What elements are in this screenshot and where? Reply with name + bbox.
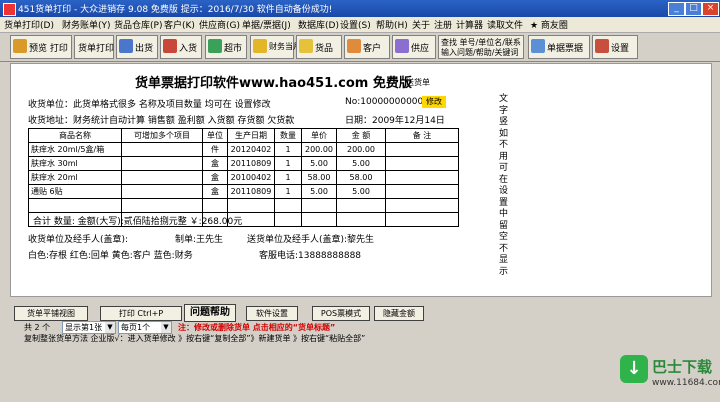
box-icon bbox=[299, 39, 313, 53]
table-row[interactable]: 肤痒水 30ml 盒 20110809 1 5.00 5.00 bbox=[28, 156, 459, 171]
menu-bills[interactable]: 单据/票据(J) bbox=[242, 18, 291, 31]
supplier-icon bbox=[395, 39, 409, 53]
settings-button[interactable]: 设置 bbox=[592, 35, 638, 59]
help-button[interactable]: 问题帮助 bbox=[184, 304, 236, 322]
menu-customer[interactable]: 客户(K) bbox=[164, 18, 195, 31]
table-row[interactable]: 肤痒水 20ml/5盒/箱件 20120402 1 200.00 200.00 bbox=[28, 142, 459, 157]
service-phone: 客服电话:13888888888 bbox=[259, 251, 362, 261]
menu-read-file[interactable]: 读取文件 bbox=[487, 18, 523, 31]
notice-text: 注：修改或删除货单 点击相应的“货单标题” bbox=[178, 323, 336, 332]
customer-button[interactable]: 客户 bbox=[344, 35, 390, 59]
items-table: 商品名称 可增加多个项目 单位 生产日期 数量 单价 金 额 备 注 肤痒水 2… bbox=[28, 128, 459, 227]
chevron-down-icon: ▼ bbox=[105, 322, 115, 333]
window-title: 451货单打印 - 大众进销存 9.08 免费版 提示：2016/7/30 软件… bbox=[18, 5, 333, 15]
invoice-title: 货单票据打印软件www.hao451.com 免费版 bbox=[135, 76, 412, 91]
close-button[interactable]: × bbox=[702, 2, 719, 16]
invoice-paper: 货单票据打印软件www.hao451.com 免费版 送货单 收货单位：此货单格… bbox=[10, 63, 712, 297]
menu-bar: 货单打印(D) 财务账单(Y) 货品仓库(P) 客户(K) 供应商(G) 单据/… bbox=[0, 17, 720, 33]
menu-supplier[interactable]: 供应商(G) bbox=[199, 18, 240, 31]
hide-amount-button[interactable]: 隐藏金额 bbox=[374, 306, 424, 321]
app-icon bbox=[3, 3, 16, 16]
copy-help-text: 复制整张货单方法 企业版√：进入货单修改 》按右键“复制全部”》新建货单 》按右… bbox=[24, 334, 366, 343]
title-bar: 451货单打印 - 大众进销存 9.08 免费版 提示：2016/7/30 软件… bbox=[0, 0, 720, 17]
user-icon bbox=[347, 39, 361, 53]
total-line: 合计 数量: 金额(大写):贰佰陆拾捌元整 ￥:268.00元 bbox=[33, 217, 243, 227]
bills-button[interactable]: 单据票据 bbox=[528, 35, 590, 59]
invoice-date: 日期：2009年12月14日 bbox=[345, 116, 445, 126]
pos-mode-button[interactable]: POS票模式 bbox=[312, 306, 370, 321]
chevron-down-icon: ▼ bbox=[161, 322, 171, 333]
watermark-name: 巴士下载 bbox=[652, 358, 713, 376]
table-row[interactable] bbox=[28, 198, 459, 213]
modify-button[interactable]: 修改 bbox=[422, 96, 446, 108]
maker-line: 制单:王先生 bbox=[175, 235, 224, 245]
menu-finance[interactable]: 财务账单(Y) bbox=[62, 18, 111, 31]
outbound-icon bbox=[119, 39, 133, 53]
address-line: 收货地址：财务统计自动计算 销售额 盈利额 入货额 存货额 欠货款 bbox=[28, 116, 295, 126]
chart-icon bbox=[253, 39, 267, 53]
gear-icon bbox=[595, 39, 609, 53]
menu-calculator[interactable]: 计算器 bbox=[456, 18, 483, 31]
cart-icon bbox=[208, 39, 222, 53]
table-row[interactable]: 通贴 6贴盒 20110809 1 5.00 5.00 bbox=[28, 184, 459, 199]
menu-help[interactable]: 帮助(H) bbox=[376, 18, 408, 31]
finance-month-button[interactable]: 财务当月 bbox=[250, 35, 301, 59]
software-settings-button[interactable]: 软件设置 bbox=[246, 306, 298, 321]
side-note: 文字 竖 如 不用 可在设置中留空不显示 bbox=[499, 94, 509, 277]
menu-print[interactable]: 货单打印(D) bbox=[4, 18, 54, 31]
table-row[interactable]: 肤痒水 20ml 盒 20100402 1 58.00 58.00 bbox=[28, 170, 459, 185]
sender-signature: 送货单位及经手人(盖章):黎先生 bbox=[247, 235, 375, 245]
menu-about[interactable]: 关于 bbox=[412, 18, 430, 31]
document-icon bbox=[531, 39, 545, 53]
menu-database[interactable]: 数据库(D) bbox=[298, 18, 339, 31]
supply-button[interactable]: 供应 bbox=[392, 35, 436, 59]
tile-view-button[interactable]: 货单平铺视图 bbox=[14, 306, 88, 321]
out-goods-button[interactable]: 出货 bbox=[116, 35, 158, 59]
minimize-button[interactable]: _ bbox=[668, 2, 685, 16]
menu-register[interactable]: 注册 bbox=[434, 18, 452, 31]
receiver-line: 收货单位：此货单格式很多 名称及项目数量 均可在 设置修改 bbox=[28, 100, 271, 110]
goods-button[interactable]: 货品 bbox=[296, 35, 342, 59]
maximize-button[interactable]: □ bbox=[685, 2, 702, 16]
print-button[interactable]: 打印 Ctrl+P bbox=[100, 306, 182, 321]
copy-colors: 白色:存根 红色:回单 黄色:客户 蓝色:财务 bbox=[28, 251, 193, 261]
table-header: 商品名称 可增加多个项目 单位 生产日期 数量 单价 金 额 备 注 bbox=[28, 128, 459, 143]
preview-print-button[interactable]: 预览 打印 bbox=[10, 35, 72, 59]
invoice-subtitle: 送货单 bbox=[406, 78, 430, 87]
download-logo-icon: ↓ bbox=[620, 355, 648, 383]
menu-goods[interactable]: 货品仓库(P) bbox=[114, 18, 162, 31]
printer-icon bbox=[13, 39, 27, 53]
search-box[interactable]: 查找 单号/单位名/联系 输入问题/帮助/关键词 bbox=[438, 35, 524, 59]
menu-settings[interactable]: 设置(S) bbox=[340, 18, 371, 31]
inbound-icon bbox=[163, 39, 177, 53]
receiver-signature: 收货单位及经手人(盖章): bbox=[28, 235, 129, 245]
toolbar: 预览 打印 货单打印 出货 入货 超市 财务当月 货品 客户 供应 查找 单号/… bbox=[0, 33, 720, 62]
watermark-url: www.11684.com bbox=[652, 378, 720, 388]
menu-business-circle[interactable]: ★ 商友圈 bbox=[530, 18, 568, 31]
in-goods-button[interactable]: 入货 bbox=[160, 35, 202, 59]
order-count: 共 2 个 bbox=[24, 323, 51, 332]
site-watermark: ↓ 巴士下载 www.11684.com bbox=[612, 352, 720, 402]
supermarket-button[interactable]: 超市 bbox=[205, 35, 247, 59]
print-order-button[interactable]: 货单打印 bbox=[74, 35, 114, 59]
bottom-panel: 货单平铺视图 打印 Ctrl+P 问题帮助 软件设置 POS票模式 隐藏金额 共… bbox=[10, 300, 710, 360]
